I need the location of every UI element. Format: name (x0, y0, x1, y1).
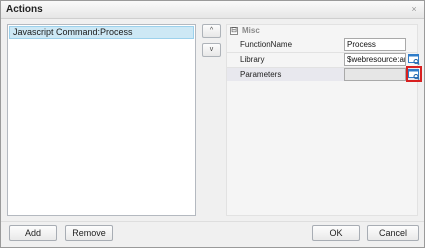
move-up-button[interactable]: ^ (202, 24, 221, 38)
category-label: Misc (242, 26, 260, 35)
property-grid: ⊟ Misc FunctionName Process Library $web… (226, 24, 422, 216)
parameters-lookup-button[interactable] (406, 66, 422, 82)
add-button[interactable]: Add (9, 225, 57, 241)
library-lookup-button[interactable] (408, 53, 420, 65)
property-row-library: Library $webresource:ar (227, 53, 420, 66)
lookup-icon (408, 54, 420, 65)
close-button[interactable]: ⨯ (408, 4, 420, 15)
property-name: FunctionName (240, 40, 293, 49)
button-bar-divider (1, 221, 424, 222)
ok-button[interactable]: OK (312, 225, 360, 241)
actions-dialog: Actions ⨯ Javascript Command:Process ^ v… (0, 0, 425, 248)
property-row-functionname: FunctionName Process (227, 38, 417, 51)
property-name: Parameters (240, 70, 282, 79)
property-row-parameters: Parameters (227, 66, 422, 82)
parameters-value-input[interactable] (344, 68, 406, 81)
cancel-button[interactable]: Cancel (367, 225, 419, 241)
remove-button[interactable]: Remove (65, 225, 113, 241)
title-bar: Actions ⨯ (1, 1, 424, 19)
move-down-button[interactable]: v (202, 43, 221, 57)
dialog-title: Actions (6, 4, 43, 15)
property-name: Library (240, 55, 265, 64)
actions-list: Javascript Command:Process (7, 24, 196, 216)
lookup-icon (408, 69, 420, 80)
list-item[interactable]: Javascript Command:Process (9, 26, 194, 39)
category-row-misc: ⊟ Misc (227, 25, 417, 37)
functionname-value-input[interactable]: Process (344, 38, 406, 51)
collapse-toggle[interactable]: ⊟ (230, 27, 238, 35)
library-value-input[interactable]: $webresource:ar (344, 53, 406, 66)
